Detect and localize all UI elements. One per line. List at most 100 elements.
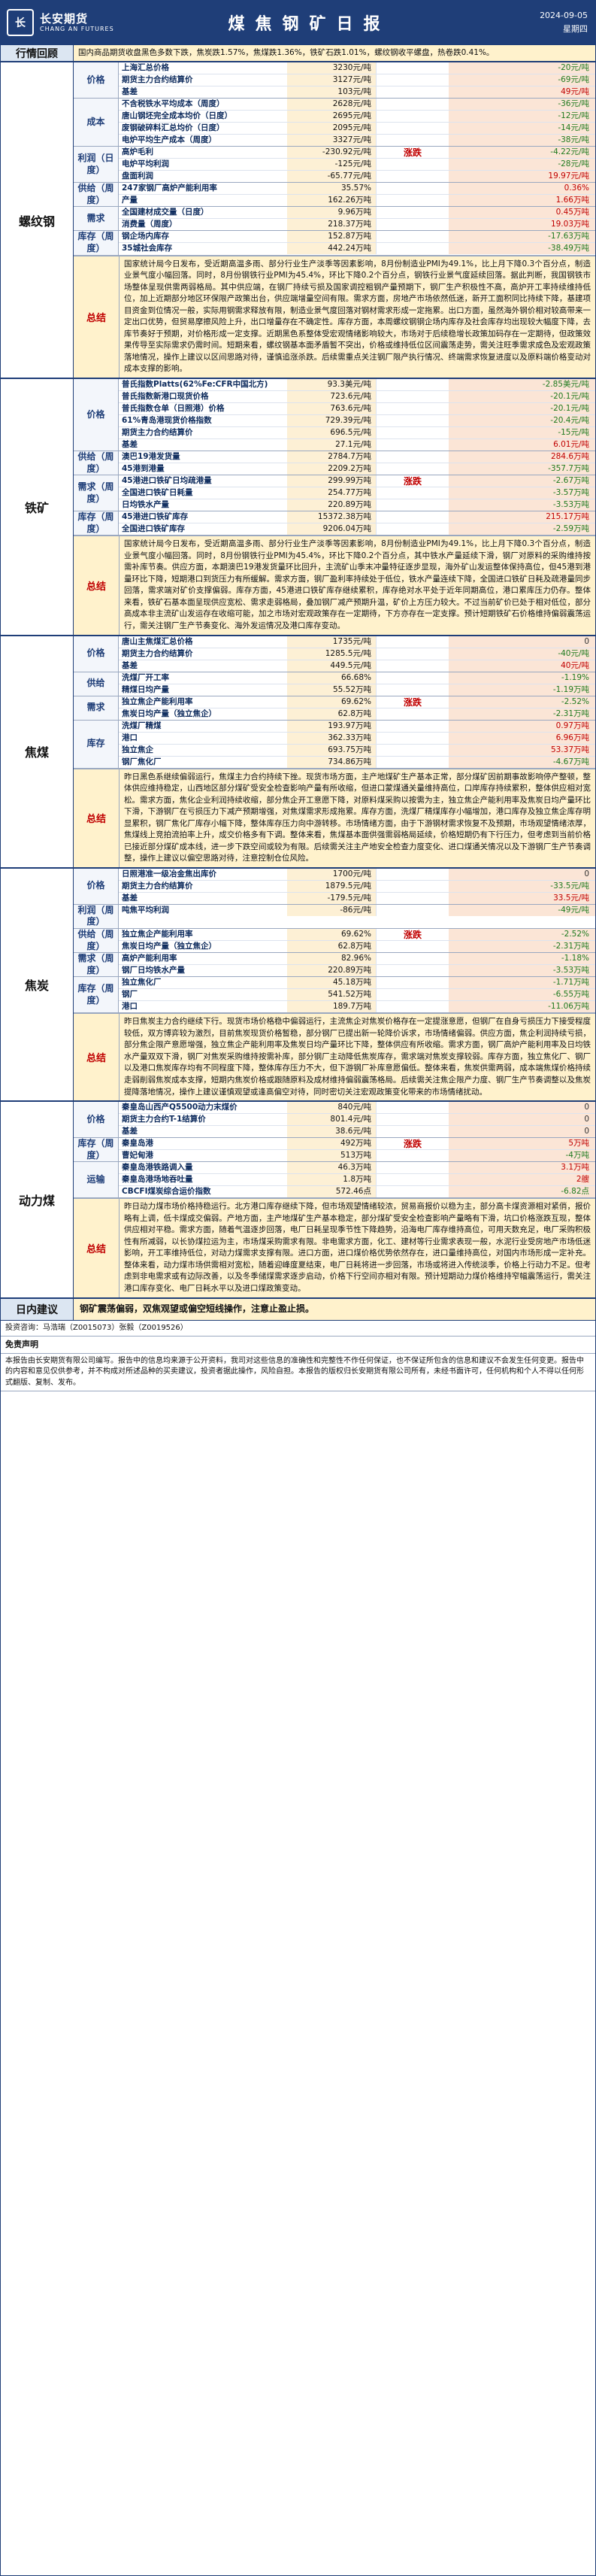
indicator-row: 高炉产能利用率 82.96% -1.18% bbox=[119, 953, 595, 966]
change-header: 涨跌 bbox=[376, 475, 449, 487]
indicator-value: 103元/吨 bbox=[287, 86, 376, 99]
indicator-change: -4.22元/吨 bbox=[449, 147, 595, 159]
indicator-name: 盘面利润 bbox=[122, 171, 153, 181]
commodity-name: 动力煤 bbox=[1, 1102, 74, 1297]
indicator-value: 3230元/吨 bbox=[287, 62, 376, 74]
logo-en: CHANG AN FUTURES bbox=[40, 26, 114, 33]
change-header-spacer bbox=[376, 965, 449, 977]
indicator-row: 期货主力合约结算价 3127元/吨 -69元/吨 bbox=[119, 74, 595, 87]
indicator-row: 钢厂日均铁水产量 220.89万吨 -3.53万吨 bbox=[119, 965, 595, 977]
indicator-row: 期货主力合约T-1结算价 801.4元/吨 0 bbox=[119, 1114, 595, 1127]
indicator-name: 独立焦化厂 bbox=[122, 978, 162, 988]
indicator-change: 2艘 bbox=[449, 1174, 595, 1186]
change-header-spacer bbox=[376, 219, 449, 231]
change-header-spacer bbox=[376, 868, 449, 880]
change-header: 涨跌 bbox=[376, 696, 449, 708]
indicator-name: 期货主力合约结算价 bbox=[122, 75, 193, 85]
group-category: 成本 bbox=[74, 99, 119, 147]
indicator-name: 全国进口铁矿库存 bbox=[122, 524, 185, 534]
disclaimer-title: 免责声明 bbox=[1, 1337, 595, 1354]
indicator-change: 284.6万吨 bbox=[449, 451, 595, 463]
indicator-change: -20.1元/吨 bbox=[449, 390, 595, 402]
group-category: 供给（周度） bbox=[74, 183, 119, 207]
indicator-row: 钢厂 541.52万吨 -6.55万吨 bbox=[119, 989, 595, 1002]
indicator-change: 1.66万吨 bbox=[449, 195, 595, 207]
indicator-value: 9206.04万吨 bbox=[287, 523, 376, 536]
review-label: 行情回顾 bbox=[1, 45, 74, 62]
indicator-row: 钢厂焦化厂 734.86万吨 -4.67万吨 bbox=[119, 756, 595, 768]
summary-label: 总结 bbox=[74, 769, 120, 867]
indicator-row: 港口 189.7万吨 -11.06万吨 bbox=[119, 1001, 595, 1013]
indicator-row: 产量 162.26万吨 1.66万吨 bbox=[119, 195, 595, 207]
indicator-name: 精煤日均产量 bbox=[122, 684, 169, 694]
summary-text: 昨日焦炭主力合约继续下行。现货市场价格稳中偏弱运行，主流焦企对焦炭价格存在一定提… bbox=[124, 1017, 591, 1097]
indicator-value: -65.77元/吨 bbox=[287, 171, 376, 183]
change-header-spacer bbox=[376, 243, 449, 255]
logo-cn: 长安期货 bbox=[40, 12, 89, 26]
commodity-block: 焦炭 价格 日照港准一级冶金焦出库价 1700元/吨 0 期货主力合约结算价 1879.5元… bbox=[1, 868, 595, 1103]
indicator-row: 普氏指数仓单（日照港）价格 763.6元/吨 -20.1元/吨 bbox=[119, 402, 595, 415]
indicator-name: 期货主力合约结算价 bbox=[122, 648, 193, 658]
indicator-change: -2.31万吨 bbox=[449, 940, 595, 952]
indicator-change: -38.49万吨 bbox=[449, 243, 595, 255]
change-header-spacer bbox=[376, 62, 449, 74]
indicator-name: 港口 bbox=[122, 733, 138, 742]
change-header-spacer bbox=[376, 720, 449, 732]
indicator-value: 2209.2万吨 bbox=[287, 463, 376, 475]
indicator-value: 1.8万吨 bbox=[287, 1174, 376, 1186]
indicator-name: 澳巴19港发货量 bbox=[122, 451, 180, 461]
indicator-value: 299.99万吨 bbox=[287, 475, 376, 487]
group-category: 需求（周度） bbox=[74, 475, 119, 511]
logo-mark-icon: 长 bbox=[7, 9, 34, 36]
review-text: 国内商品期货收盘黑色多数下跌，焦炭跌1.57%，焦煤跌1.36%，铁矿石跌1.0… bbox=[74, 45, 595, 62]
indicator-group: 库存（周度） 钢企场内库存 152.87万吨 -17.63万吨 35城社会库存 442.2… bbox=[74, 231, 595, 256]
change-header-spacer bbox=[376, 231, 449, 243]
indicator-group: 库存（周度） 独立焦化厂 45.18万吨 -1.71万吨 钢厂 541.52万吨 -6.55… bbox=[74, 977, 595, 1014]
indicator-name: 45港到港量 bbox=[122, 463, 165, 473]
indicator-name: 钢厂焦化厂 bbox=[122, 757, 162, 766]
indicator-value: 55.52万吨 bbox=[287, 684, 376, 696]
change-header-spacer bbox=[376, 499, 449, 511]
indicator-name: 吨焦平均利润 bbox=[122, 905, 169, 915]
indicator-value: 729.39元/吨 bbox=[287, 414, 376, 426]
indicator-change: -40元/吨 bbox=[449, 648, 595, 660]
indicator-change: 33.5元/吨 bbox=[449, 892, 595, 904]
change-header-spacer bbox=[376, 74, 449, 86]
indicator-change: -38元/吨 bbox=[449, 135, 595, 147]
indicator-row: 精煤日均产量 55.52万吨 -1.19万吨 bbox=[119, 684, 595, 696]
summary-label: 总结 bbox=[74, 256, 120, 378]
advice-text: 钢矿震荡偏弱，双焦观望或偏空短线操作，注意止盈止损。 bbox=[74, 1298, 595, 1320]
change-header-spacer bbox=[376, 159, 449, 171]
indicator-row: 废钢破碎料汇总均价（日度） 2095元/吨 -14元/吨 bbox=[119, 123, 595, 135]
report-title: 煤焦钢矿日报 bbox=[228, 14, 391, 34]
group-category: 供给（周度） bbox=[74, 928, 119, 953]
change-header-spacer bbox=[376, 86, 449, 99]
indicator-row: 期货主力合约结算价 696.5元/吨 -15元/吨 bbox=[119, 426, 595, 439]
change-header-spacer bbox=[376, 183, 449, 195]
indicator-row: 澳巴19港发货量 2784.7万吨 284.6万吨 bbox=[119, 451, 595, 463]
indicator-name: 全国建材成交量（日度） bbox=[122, 208, 209, 217]
indicator-row: 全国进口铁矿库存 9206.04万吨 -2.59万吨 bbox=[119, 523, 595, 536]
indicator-value: 734.86万吨 bbox=[287, 756, 376, 768]
indicator-group: 价格 秦皇岛山西产Q5500动力末煤价 840元/吨 0 期货主力合约T-1结算价 801… bbox=[74, 1102, 595, 1139]
indicator-row: 日均铁水产量 220.89万吨 -3.53万吨 bbox=[119, 499, 595, 511]
indicator-change: 0 bbox=[449, 636, 595, 648]
change-header-spacer bbox=[376, 123, 449, 135]
group-category: 库存（周度） bbox=[74, 1138, 119, 1162]
change-header-spacer bbox=[376, 451, 449, 463]
indicator-group: 需求 独立焦企产能利用率 69.62% 涨跌 -2.52% 焦炭日均产量（独立焦企） 62.… bbox=[74, 696, 595, 721]
change-header-spacer bbox=[376, 660, 449, 672]
summary-text: 昨日黑色系继续偏弱运行，焦煤主力合约持续下挫。现货市场方面，主产地煤矿生产基本正… bbox=[124, 772, 591, 863]
indicator-name: 普氏指数Platts(62%Fe:CFR中国北方) bbox=[122, 379, 268, 389]
indicator-name: 独立焦企 bbox=[122, 745, 153, 754]
indicator-name: 普氏指数新港口现货价格 bbox=[122, 391, 209, 401]
summary-text: 国家统计局今日发布，受近期高温多雨、部分行业生产淡季等因素影响，8月份制造业PM… bbox=[124, 259, 591, 374]
group-category: 供给 bbox=[74, 672, 119, 696]
commodity-block: 螺纹钢 价格 上海汇总价格 3230元/吨 -20元/吨 期货主力合约结算价 3127元/吨… bbox=[1, 62, 595, 379]
indicator-row: 日照港准一级冶金焦出库价 1700元/吨 0 bbox=[119, 868, 595, 881]
change-header-spacer bbox=[376, 171, 449, 183]
summary-section: 总结 国家统计局今日发布，受近期高温多雨、部分行业生产淡季等因素影响，8月份制造业… bbox=[74, 536, 595, 635]
indicator-change: -2.31万吨 bbox=[449, 708, 595, 720]
indicator-name: 全国进口铁矿日耗量 bbox=[122, 488, 193, 498]
indicator-name: 电炉平均利润 bbox=[122, 159, 169, 169]
